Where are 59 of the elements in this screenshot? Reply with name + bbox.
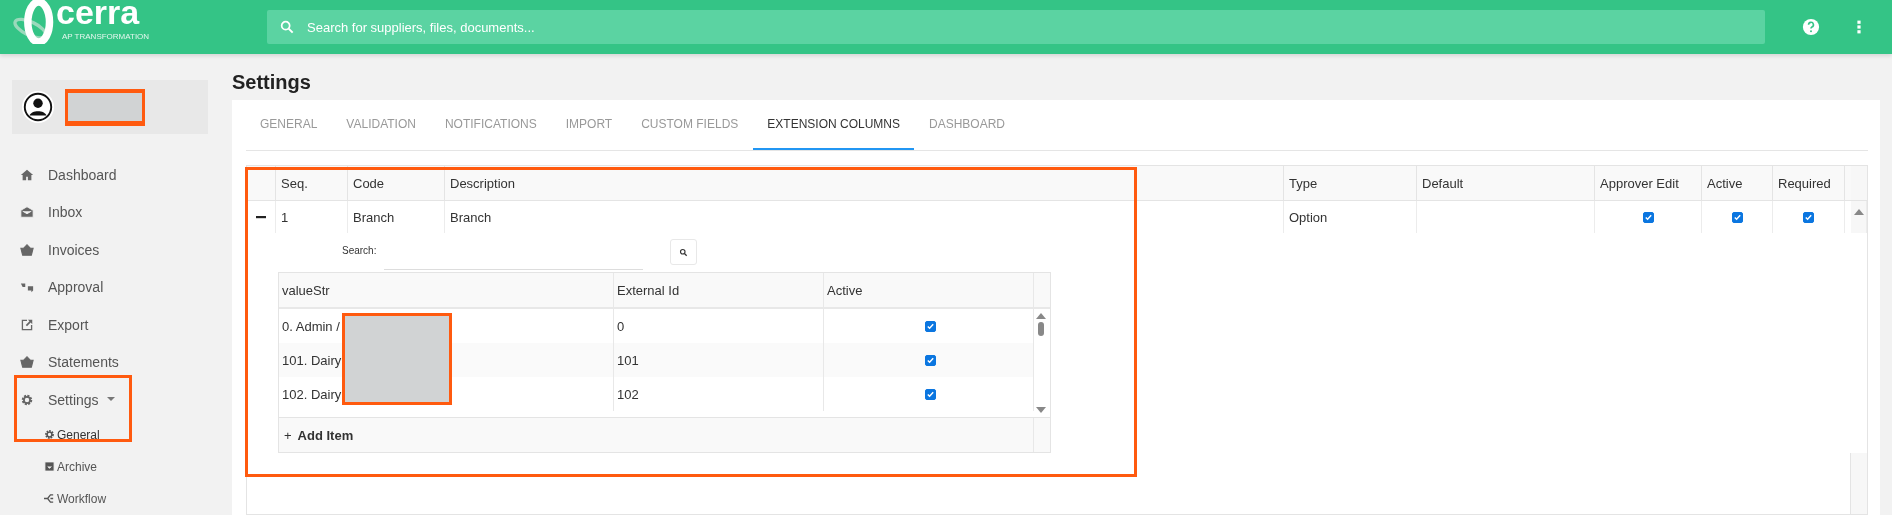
table-cell: 1 (276, 201, 348, 233)
column-header: Description (445, 166, 1284, 200)
column-header: External Id (614, 273, 824, 307)
column-header: Default (1417, 166, 1595, 200)
menu-icon[interactable] (1856, 19, 1862, 35)
search-field[interactable]: Search for suppliers, files, documents... (305, 18, 1765, 36)
table-cell: 102 (614, 377, 824, 411)
settings-icon (44, 429, 55, 440)
nav-subitem[interactable]: Workflow (12, 482, 232, 515)
table-cell: 101 (614, 343, 824, 377)
scroll-up-icon[interactable] (1036, 313, 1046, 319)
table-cell: Branch (445, 201, 1284, 233)
column-header: Type (1284, 166, 1417, 200)
avatar-icon (21, 90, 55, 124)
help-icon[interactable] (1802, 18, 1820, 36)
nav-subitem[interactable]: General (12, 418, 232, 451)
checkbox[interactable] (1642, 211, 1654, 223)
logo-name: cerra (56, 0, 141, 29)
tab[interactable]: EXTENSION COLUMNS (753, 100, 914, 150)
nav-item[interactable]: Inbox (12, 193, 232, 231)
nav-item[interactable]: Export (12, 306, 232, 344)
table-cell: Branch (348, 201, 445, 233)
search-icon (279, 19, 295, 35)
logo-tagline: AP TRANSFORMATION (62, 32, 150, 41)
column-header: Required (1773, 166, 1845, 200)
export-icon (20, 317, 34, 332)
search-icon (679, 247, 689, 257)
column-header: Active (1702, 166, 1773, 200)
checkbox[interactable] (924, 354, 936, 366)
nav-item[interactable]: Dashboard (12, 156, 232, 194)
inbox-icon (20, 205, 34, 220)
scroll-up-icon[interactable] (1853, 209, 1864, 215)
basket-icon (20, 242, 34, 257)
basket-icon (20, 355, 34, 370)
column-header: Code (348, 166, 445, 200)
page-title: Settings (232, 70, 312, 94)
nav-item[interactable]: Approval (12, 268, 232, 306)
table-cell: Option (1284, 201, 1417, 233)
search-bar[interactable]: Search for suppliers, files, documents... (267, 10, 1765, 44)
nav-subitem[interactable]: Archive (12, 450, 232, 483)
search-button[interactable] (670, 239, 698, 265)
checkbox[interactable] (924, 320, 936, 332)
user-card[interactable] (12, 80, 208, 134)
nav-item[interactable]: Settings (12, 381, 232, 419)
search-label: Search: (342, 245, 377, 256)
nav-item[interactable]: Statements (12, 343, 232, 381)
column-header: Approver Edit (1595, 166, 1702, 200)
column-header: valueStr (279, 273, 614, 307)
workflow-icon (44, 493, 55, 504)
scrollbar-thumb[interactable] (1038, 322, 1044, 336)
checkbox[interactable] (1731, 211, 1743, 223)
column-header: Seq. (276, 166, 348, 200)
archive-icon (44, 461, 55, 472)
scroll-down-icon[interactable] (1036, 407, 1046, 413)
settings-icon (20, 392, 34, 407)
checkbox[interactable] (924, 388, 936, 400)
nav-item[interactable]: Invoices (12, 231, 232, 269)
home-icon (20, 167, 34, 182)
checkbox[interactable] (1803, 211, 1814, 223)
